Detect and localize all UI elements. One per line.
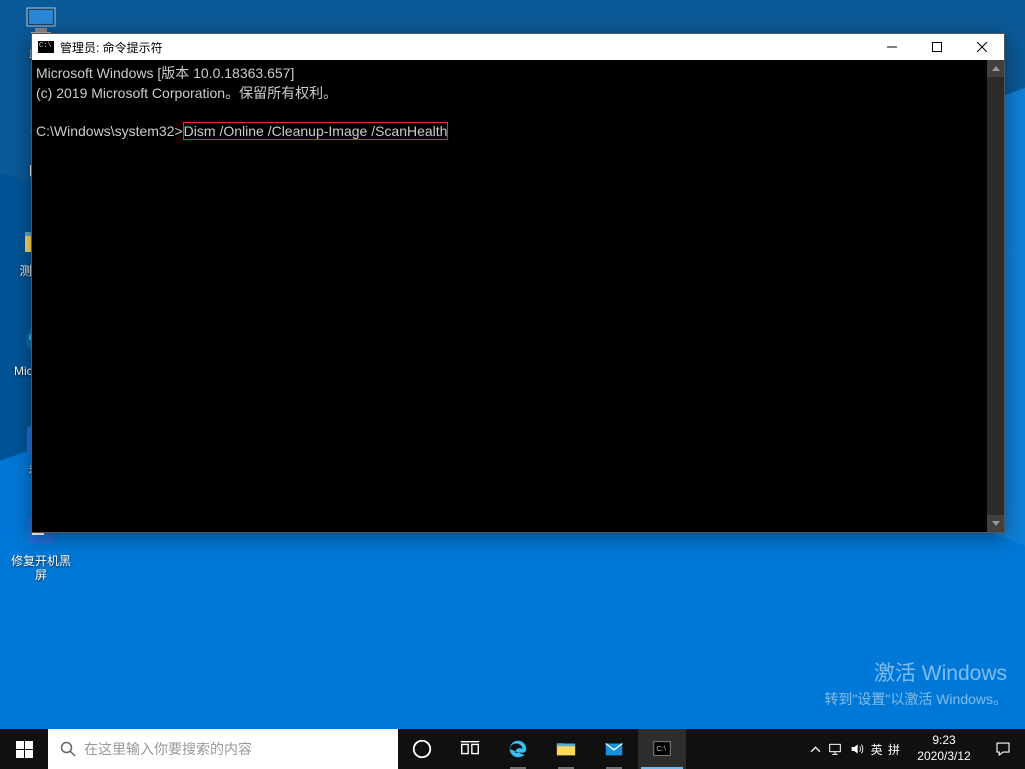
mail-button[interactable] [590, 729, 638, 769]
cortana-button[interactable] [398, 729, 446, 769]
cmd-taskbar-button[interactable]: C:\ [638, 729, 686, 769]
notification-icon [994, 740, 1012, 758]
window-title: 管理员: 命令提示符 [60, 39, 869, 56]
action-center-button[interactable] [981, 729, 1025, 769]
scroll-up-button[interactable] [987, 60, 1004, 77]
titlebar[interactable]: 管理员: 命令提示符 [32, 34, 1004, 60]
circle-icon [411, 738, 433, 760]
clock-date: 2020/3/12 [917, 749, 970, 765]
svg-text:C:\: C:\ [657, 744, 667, 753]
task-view-icon [459, 738, 481, 760]
watermark-line1: 激活 Windows [824, 657, 1007, 687]
start-button[interactable] [0, 729, 48, 769]
command-prompt-window[interactable]: 管理员: 命令提示符 Microsoft Windows [版本 10.0.18… [31, 33, 1005, 533]
highlighted-command: Dism /Online /Cleanup-Image /ScanHealth [183, 122, 449, 140]
taskbar: C:\ 英 拼 9:23 2020/3/12 [0, 729, 1025, 769]
close-button[interactable] [959, 34, 1004, 60]
scrollbar[interactable] [987, 60, 1004, 532]
minimize-button[interactable] [869, 34, 914, 60]
terminal-icon: C:\ [651, 738, 673, 760]
ime-indicator[interactable]: 英 拼 [871, 741, 901, 758]
edge-taskbar-button[interactable] [494, 729, 542, 769]
edge-icon [507, 738, 529, 760]
scroll-down-button[interactable] [987, 515, 1004, 532]
desktop[interactable]: 此…回…测试1…Mic… E…秒…修复开机黑屏 激活 Windows 转到"设置… [0, 0, 1025, 769]
file-explorer-button[interactable] [542, 729, 590, 769]
desktop-icon-label: 修复开机黑屏 [6, 554, 76, 583]
watermark-line2: 转到"设置"以激活 Windows。 [824, 689, 1007, 709]
network-icon[interactable] [827, 741, 843, 757]
task-view-button[interactable] [446, 729, 494, 769]
maximize-button[interactable] [914, 34, 959, 60]
system-tray[interactable]: 英 拼 [804, 729, 907, 769]
search-input[interactable] [84, 741, 386, 757]
windows-logo-icon [16, 741, 33, 758]
mail-icon [603, 738, 625, 760]
search-icon [60, 741, 76, 757]
clock[interactable]: 9:23 2020/3/12 [907, 729, 981, 769]
activation-watermark: 激活 Windows 转到"设置"以激活 Windows。 [824, 657, 1007, 709]
volume-icon[interactable] [849, 741, 865, 757]
cmd-icon [38, 41, 54, 53]
scroll-track[interactable] [987, 77, 1004, 515]
folder-icon [555, 738, 577, 760]
tray-chevron-up-icon[interactable] [810, 744, 821, 755]
clock-time: 9:23 [917, 733, 970, 749]
search-box[interactable] [48, 729, 398, 769]
terminal-output[interactable]: Microsoft Windows [版本 10.0.18363.657] (c… [32, 60, 987, 532]
